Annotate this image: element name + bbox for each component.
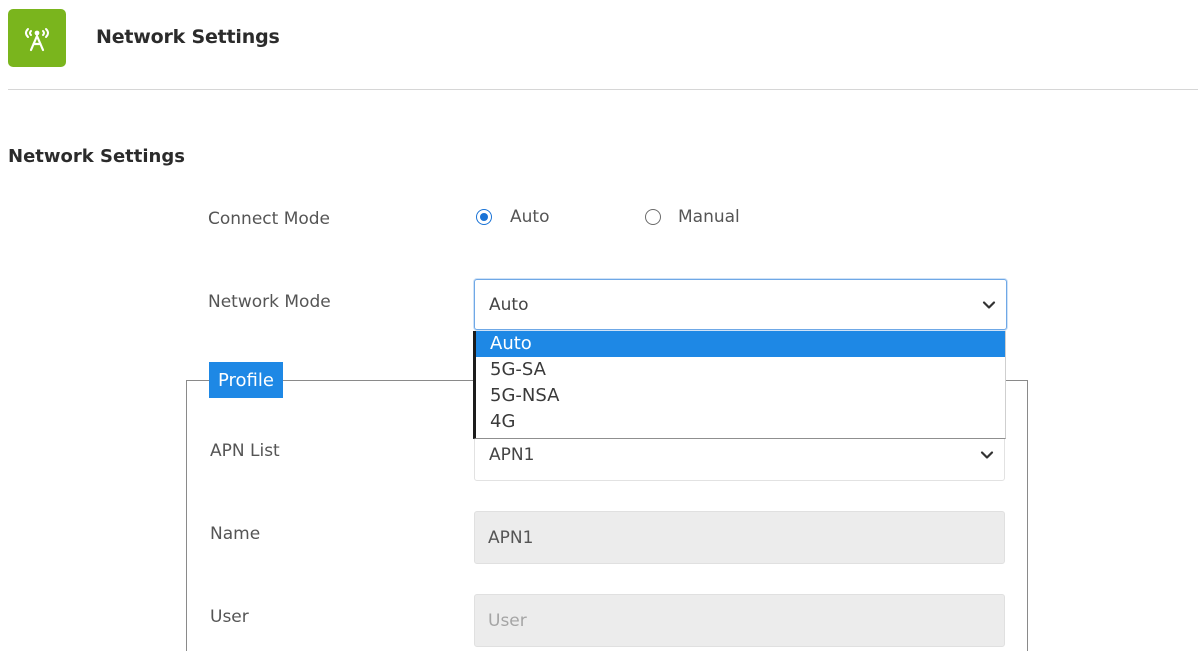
- header-divider: [8, 89, 1198, 90]
- apn-list-label: APN List: [210, 441, 280, 461]
- name-label: Name: [210, 524, 261, 544]
- network-mode-dropdown-list: Auto 5G-SA 5G-NSA 4G: [473, 331, 1006, 439]
- chevron-down-icon: [980, 450, 994, 459]
- network-mode-label: Network Mode: [208, 292, 331, 312]
- section-title: Network Settings: [8, 146, 185, 167]
- dropdown-option-4g[interactable]: 4G: [476, 409, 1005, 435]
- dropdown-option-5g-nsa[interactable]: 5G-NSA: [476, 383, 1005, 409]
- connect-mode-label: Connect Mode: [208, 209, 331, 229]
- chevron-down-icon: [982, 300, 996, 309]
- user-input[interactable]: User: [474, 594, 1005, 647]
- profile-legend: Profile: [209, 362, 283, 398]
- connect-mode-auto-radio[interactable]: [476, 209, 492, 225]
- connect-mode-auto-label[interactable]: Auto: [510, 207, 549, 227]
- connect-mode-manual-label[interactable]: Manual: [678, 207, 740, 227]
- connect-mode-auto-option[interactable]: Auto: [476, 207, 549, 227]
- dropdown-option-5g-sa[interactable]: 5G-SA: [476, 357, 1005, 383]
- connect-mode-manual-radio[interactable]: [645, 209, 661, 225]
- page-title: Network Settings: [96, 26, 280, 48]
- dropdown-option-auto[interactable]: Auto: [476, 331, 1005, 357]
- antenna-signal-icon: [8, 9, 66, 67]
- apn-list-value: APN1: [489, 444, 535, 465]
- network-settings-page: Network Settings Network Settings Connec…: [0, 0, 1198, 651]
- connect-mode-manual-option[interactable]: Manual: [645, 207, 740, 227]
- network-mode-value: Auto: [489, 294, 529, 315]
- user-label: User: [210, 607, 249, 627]
- network-mode-select[interactable]: Auto: [474, 279, 1007, 330]
- name-input[interactable]: APN1: [474, 511, 1005, 564]
